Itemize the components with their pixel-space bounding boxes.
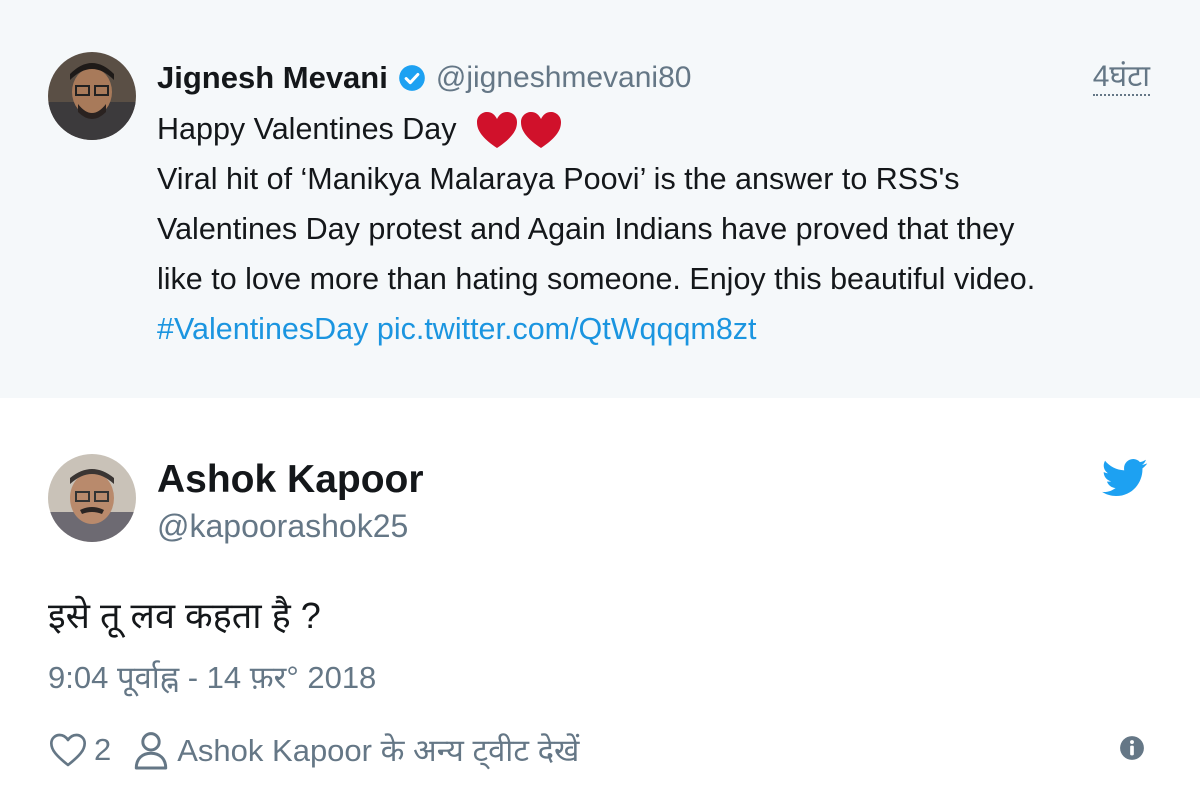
person-icon bbox=[135, 732, 168, 770]
quoted-tweet[interactable]: Jignesh Mevani @jigneshmevani80 4घंटा Ha… bbox=[0, 0, 1200, 398]
action-bar: 2 Ashok Kapoor के अन्य ट्वीट देखें bbox=[48, 726, 579, 774]
tweet-line: Happy Valentines Day bbox=[157, 104, 1157, 154]
tweet-line-3: Valentines Day protest and Again Indians… bbox=[157, 212, 1015, 246]
author-handle[interactable]: @jigneshmevani80 bbox=[436, 61, 692, 95]
tweet-time[interactable]: 4घंटा bbox=[1092, 60, 1150, 96]
author-name[interactable]: Ashok Kapoor bbox=[157, 458, 424, 502]
like-count[interactable]: 2 bbox=[94, 732, 111, 768]
verified-badge-icon bbox=[399, 65, 425, 91]
reply-text: इसे तू लव कहता है ? bbox=[48, 595, 321, 636]
heart-outline-icon[interactable] bbox=[48, 730, 88, 770]
author-name[interactable]: Jignesh Mevani bbox=[157, 60, 388, 96]
tweet-line-2: Viral hit of ‘Manikya Malaraya Poovi’ is… bbox=[157, 162, 960, 196]
author-handle[interactable]: @kapoorashok25 bbox=[157, 508, 408, 545]
see-more-tweets-link[interactable]: Ashok Kapoor के अन्य ट्वीट देखें bbox=[177, 729, 579, 771]
tweet-line-1: Happy Valentines Day bbox=[157, 112, 457, 146]
avatar[interactable] bbox=[48, 454, 136, 542]
tweet-date[interactable]: 9:04 पूर्वाह्न - 14 फ़र° 2018 bbox=[48, 656, 376, 698]
info-icon[interactable] bbox=[1119, 735, 1145, 761]
tweet-links: #ValentinesDay pic.twitter.com/QtWqqqm8z… bbox=[157, 304, 1157, 354]
twitter-bird-icon[interactable] bbox=[1102, 458, 1148, 498]
tweet-text: Happy Valentines Day Viral hit of ‘Manik… bbox=[157, 104, 1157, 354]
quoted-author-row: Jignesh Mevani @jigneshmevani80 bbox=[157, 58, 691, 98]
pic-link[interactable]: pic.twitter.com/QtWqqqm8zt bbox=[377, 312, 757, 346]
hashtag-link[interactable]: #ValentinesDay bbox=[157, 312, 368, 346]
tweet-line-4: like to love more than hating someone. E… bbox=[157, 262, 1036, 296]
avatar[interactable] bbox=[48, 52, 136, 140]
red-heart-emoji bbox=[477, 111, 562, 148]
